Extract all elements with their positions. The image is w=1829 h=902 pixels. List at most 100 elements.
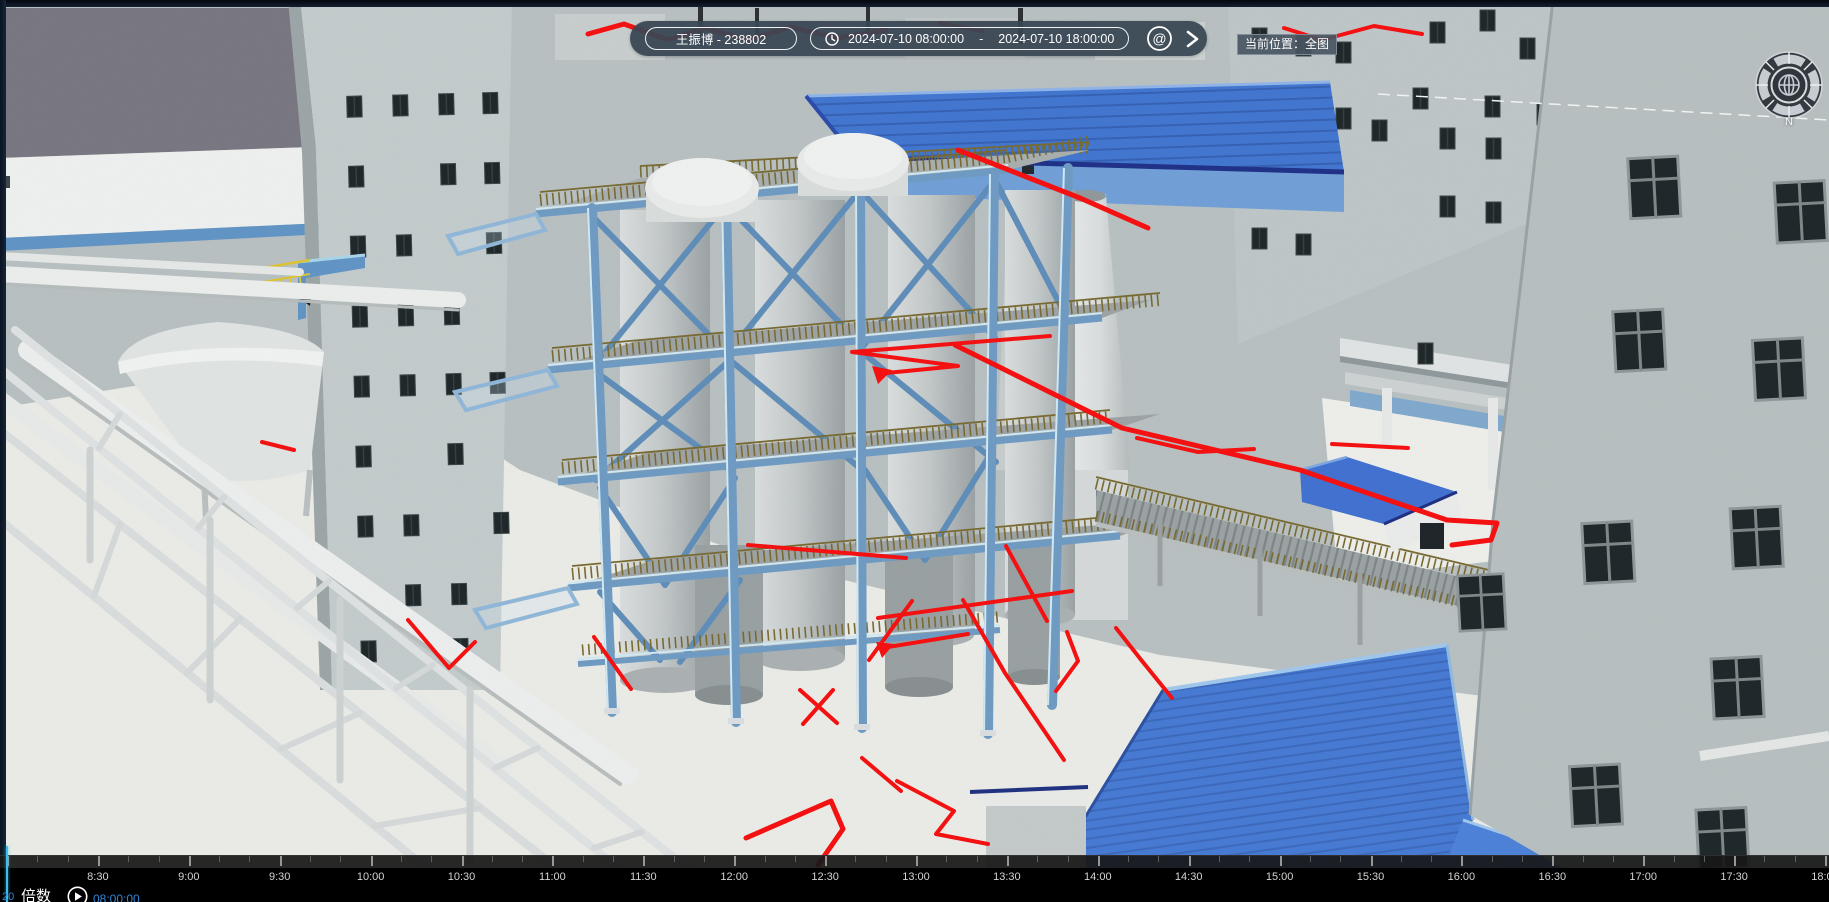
timeline-tick (583, 856, 584, 862)
timeline-label: 17:30 (1720, 871, 1748, 883)
timeline-tick (1734, 856, 1736, 866)
timeline-tick (249, 856, 250, 862)
timeline-tick (1795, 856, 1796, 862)
timeline-tick (1189, 856, 1191, 866)
timeline-label: 9:30 (269, 871, 290, 883)
current-location-badge: 当前位置：全图 (1237, 34, 1337, 55)
current-time-label: 08:00:00 (93, 892, 140, 902)
timeline-label: 13:00 (902, 871, 930, 883)
left-edge-strip (0, 0, 6, 902)
time-end-label: 2024-07-10 18:00:00 (998, 32, 1114, 46)
timeline-tick (1522, 856, 1523, 862)
timeline-tick (886, 856, 887, 862)
timeline-tick (1007, 856, 1009, 866)
timeline-tick (492, 856, 493, 862)
timeline-tick (1583, 856, 1584, 862)
timeline-label: 17:00 (1629, 871, 1657, 883)
play-forward-button[interactable] (1182, 28, 1202, 50)
timeline-tick (1431, 856, 1432, 862)
timeline-tick (310, 856, 311, 862)
timeline-tick (219, 856, 220, 862)
timeline-tick (1764, 856, 1765, 862)
person-name-label: 王振博 - 238802 (676, 29, 766, 48)
timeline-tick (1461, 856, 1463, 866)
compass-widget[interactable] (1754, 50, 1824, 120)
timeline-tick (1249, 856, 1250, 862)
locate-button[interactable]: @ (1146, 25, 1173, 52)
speed-value[interactable]: 20 (2, 891, 14, 902)
play-icon (67, 886, 88, 902)
timeline-tick (37, 856, 38, 862)
person-selector[interactable]: 王振博 - 238802 (645, 27, 797, 50)
timeline-label: 10:30 (448, 871, 476, 883)
timeline-tick (280, 856, 282, 866)
time-separator: - (973, 32, 989, 46)
timeline-tick (916, 856, 918, 866)
timeline-label: 16:30 (1539, 871, 1567, 883)
timeline-label: 11:30 (630, 871, 657, 883)
timeline-tick (1704, 856, 1705, 862)
timeline-label: 10:00 (357, 871, 385, 883)
timeline-tick (1825, 856, 1827, 866)
timeline-tick (552, 856, 554, 866)
time-range-selector[interactable]: 2024-07-10 08:00:00 - 2024-07-10 18:00:0… (810, 27, 1129, 50)
timeline-label: 12:30 (811, 871, 839, 883)
timeline-tick (1128, 856, 1129, 862)
timeline-tick (1552, 856, 1554, 866)
timeline-tick (977, 856, 978, 862)
timeline-tick (765, 856, 766, 862)
timeline-tick (1613, 856, 1614, 862)
timeline-tick (371, 856, 373, 866)
timeline-tick (1340, 856, 1341, 862)
clock-icon (825, 32, 839, 46)
timeline-label: 13:30 (993, 871, 1021, 883)
timeline-tick (795, 856, 796, 862)
chevron-right-icon (1182, 28, 1202, 50)
timeline-ruler[interactable] (0, 855, 1829, 869)
timeline-tick (189, 856, 191, 866)
timeline-tick (462, 856, 464, 866)
compass-icon (1754, 50, 1824, 120)
current-location-label: 当前位置：全图 (1245, 37, 1329, 51)
timeline-tick (522, 856, 523, 862)
timeline-tick (128, 856, 129, 862)
timeline-label: 12:00 (720, 871, 748, 883)
play-button[interactable] (67, 886, 88, 902)
timeline-tick (1371, 856, 1373, 866)
timeline-label: 15:30 (1357, 871, 1385, 883)
speed-label[interactable]: 倍数 (21, 885, 51, 902)
top-edge-strip (0, 0, 1829, 7)
timeline-label: 14:00 (1084, 871, 1112, 883)
timeline-tick (946, 856, 947, 862)
at-target-icon: @ (1146, 25, 1173, 52)
timeline-label: 8:30 (87, 871, 108, 883)
app-window: 王振博 - 238802 2024-07-10 08:00:00 - 2024-… (0, 0, 1829, 902)
time-start-label: 2024-07-10 08:00:00 (848, 32, 964, 46)
timeline-tick (825, 856, 827, 866)
scene-3d-viewport[interactable] (0, 0, 1829, 902)
timeline-tick (1310, 856, 1311, 862)
timeline-tick (855, 856, 856, 862)
timeline-label-row: 8:309:009:3010:0010:3011:0011:3012:0012:… (0, 868, 1829, 902)
timeline-tick (340, 856, 341, 862)
timeline-tick (1068, 856, 1069, 862)
playback-query-bar: 王振博 - 238802 2024-07-10 08:00:00 - 2024-… (630, 21, 1207, 56)
svg-text:@: @ (1153, 30, 1167, 46)
timeline-label: 16:00 (1448, 871, 1476, 883)
timeline-tick (734, 856, 736, 866)
timeline-tick (1098, 856, 1100, 866)
timeline: 8:309:009:3010:0010:3011:0011:3012:0012:… (0, 855, 1829, 902)
compass-north-label: N (1754, 116, 1824, 128)
timeline-tick (68, 856, 69, 862)
timeline-label: 15:00 (1266, 871, 1294, 883)
timeline-tick (643, 856, 645, 866)
timeline-tick (704, 856, 705, 862)
timeline-tick (98, 856, 100, 866)
timeline-tick (1643, 856, 1645, 866)
timeline-label: 14:30 (1175, 871, 1203, 883)
timeline-tick (1401, 856, 1402, 862)
timeline-tick (1492, 856, 1493, 862)
timeline-tick (1674, 856, 1675, 862)
timeline-tick (159, 856, 160, 862)
timeline-tick (1280, 856, 1282, 866)
